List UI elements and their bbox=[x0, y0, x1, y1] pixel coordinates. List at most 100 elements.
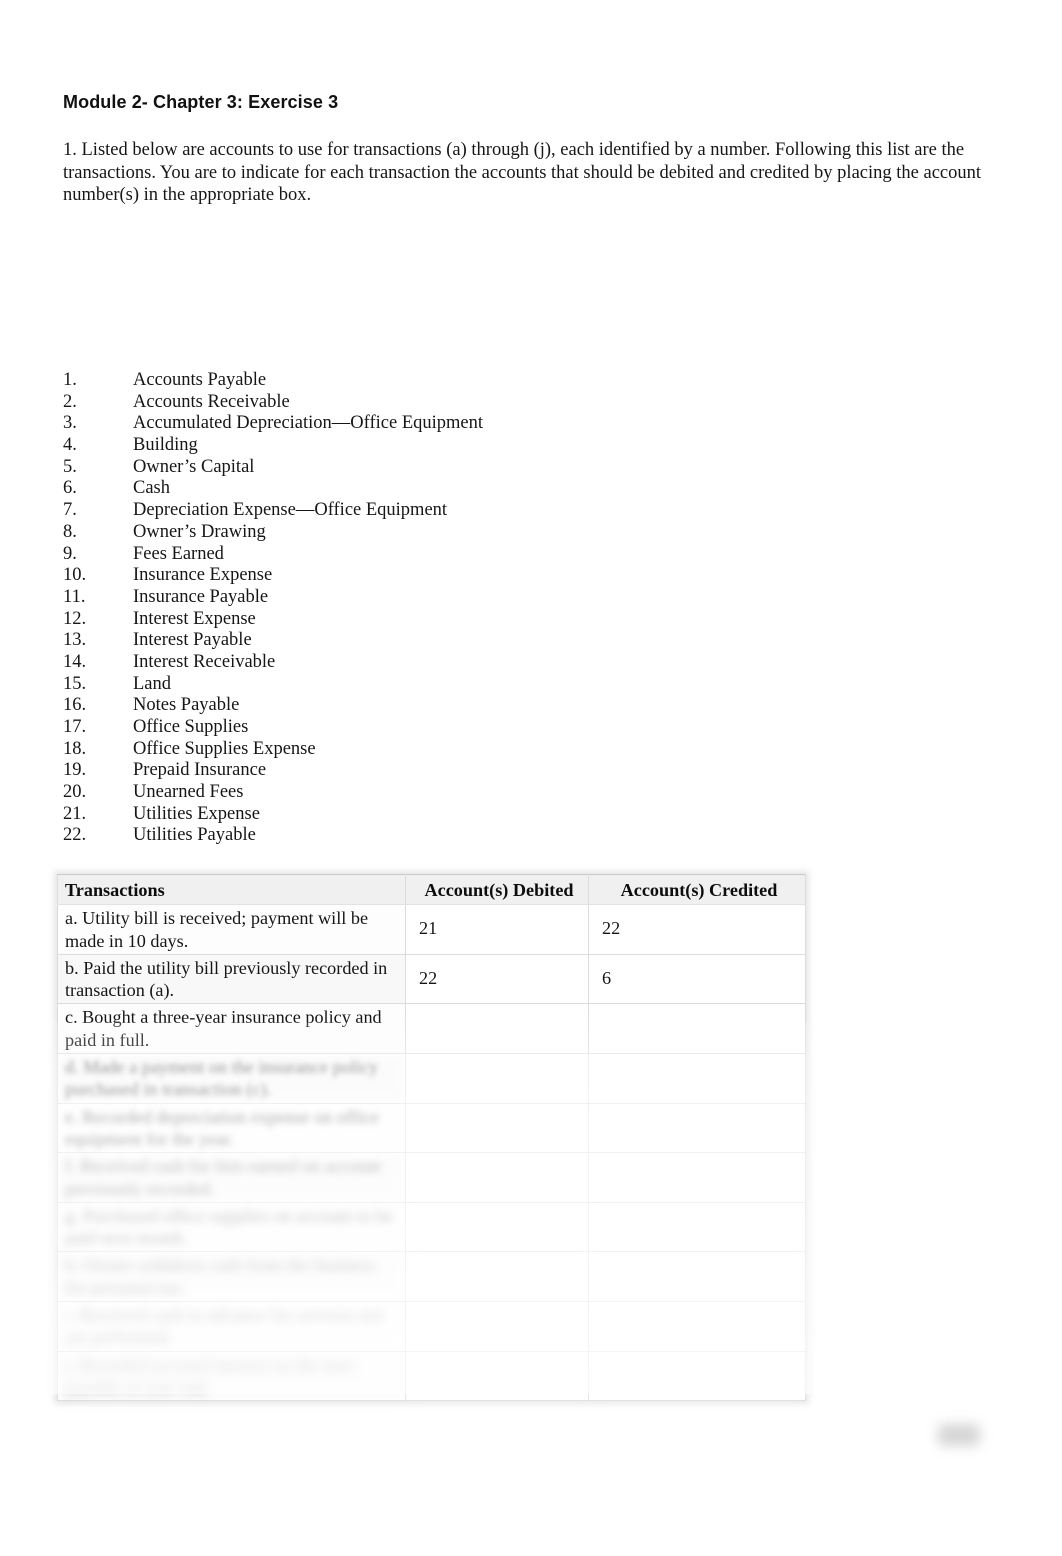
worksheet-table: Transactions Account(s) Debited Account(… bbox=[57, 873, 806, 1402]
account-list-item: 5. Owner’s Capital bbox=[63, 457, 683, 479]
account-label: Owner’s Capital bbox=[133, 456, 255, 477]
account-credited-cell[interactable] bbox=[588, 1301, 806, 1352]
account-list-item: 13. Interest Payable bbox=[63, 630, 683, 652]
account-label: Fees Earned bbox=[133, 543, 224, 564]
account-number: 22. bbox=[63, 825, 87, 846]
account-label: Office Supplies bbox=[133, 717, 249, 737]
account-number: 11. bbox=[63, 586, 86, 607]
page-title: Module 2- Chapter 3: Exercise 3 bbox=[63, 92, 339, 112]
account-label: Interest Expense bbox=[133, 608, 256, 629]
account-label: Owner’s Drawing bbox=[133, 521, 266, 542]
account-list-item: 7. Depreciation Expense—Office Equipment bbox=[63, 500, 683, 522]
account-list-item: 4. Building bbox=[63, 435, 683, 457]
account-number: 1. bbox=[63, 370, 77, 390]
transaction-description: e. Recorded depreciation expense on offi… bbox=[57, 1102, 406, 1154]
account-label: Building bbox=[133, 435, 198, 456]
account-label: Utilities Payable bbox=[133, 825, 256, 846]
transaction-description: g. Purchased office supplies on account … bbox=[57, 1201, 406, 1253]
account-number: 2. bbox=[63, 391, 77, 412]
table-row: c. Bought a three-year insurance policy … bbox=[57, 1003, 806, 1055]
account-debited-cell[interactable] bbox=[405, 1053, 589, 1104]
intro-paragraph: 1. Listed below are accounts to use for … bbox=[63, 140, 982, 206]
account-list-item: 8. Owner’s Drawing bbox=[63, 522, 683, 544]
account-list-item: 22. Utilities Payable bbox=[63, 825, 683, 847]
worksheet-table-body: a. Utility bill is received; payment wil… bbox=[57, 904, 806, 1402]
accounts-list: 1. Accounts Payable 2. Accounts Receivable 3… bbox=[63, 370, 683, 847]
transaction-description: c. Bought a three-year insurance policy … bbox=[57, 1003, 406, 1055]
table-row: h. Owner withdrew cash from the business… bbox=[57, 1251, 806, 1303]
account-label: Utilities Expense bbox=[133, 803, 260, 824]
account-label: Depreciation Expense—Office Equipment bbox=[133, 500, 448, 521]
account-number: 10. bbox=[63, 565, 87, 586]
account-credited-cell[interactable] bbox=[588, 1102, 806, 1154]
account-debited-cell[interactable] bbox=[405, 1301, 589, 1352]
account-credited-cell[interactable] bbox=[588, 1003, 806, 1055]
account-list-item: 20. Unearned Fees bbox=[63, 782, 683, 804]
account-debited-cell[interactable] bbox=[405, 1003, 589, 1055]
page-number-mark bbox=[938, 1424, 980, 1446]
account-number: 14. bbox=[63, 651, 87, 672]
table-row: g. Purchased office supplies on account … bbox=[57, 1201, 806, 1253]
account-list-item: 17. Office Supplies bbox=[63, 717, 683, 739]
account-number: 5. bbox=[63, 456, 77, 477]
account-credited-cell[interactable]: 6 bbox=[588, 953, 806, 1005]
transaction-description: d. Made a payment on the insurance polic… bbox=[57, 1053, 406, 1104]
account-list-item: 16. Notes Payable bbox=[63, 695, 683, 717]
account-number: 9. bbox=[63, 543, 77, 564]
account-credited-cell[interactable] bbox=[588, 1251, 806, 1303]
account-list-item: 6. Cash bbox=[63, 478, 683, 500]
transaction-description: b. Paid the utility bill previously reco… bbox=[57, 953, 406, 1005]
account-label: Cash bbox=[133, 478, 170, 499]
account-credited-cell[interactable] bbox=[588, 1053, 806, 1104]
document-page: Module 2- Chapter 3: Exercise 3 1. Liste… bbox=[0, 0, 1062, 1556]
column-header-transactions: Transactions bbox=[57, 873, 406, 906]
account-credited-cell[interactable]: 22 bbox=[588, 904, 806, 955]
worksheet-table-wrap: Transactions Account(s) Debited Account(… bbox=[51, 873, 811, 1402]
transaction-description: a. Utility bill is received; payment wil… bbox=[57, 904, 406, 955]
account-label: Office Supplies Expense bbox=[133, 738, 316, 759]
account-list-item: 12. Interest Expense bbox=[63, 609, 683, 631]
transaction-description: j. Recorded accrued interest on the note… bbox=[57, 1350, 406, 1402]
account-number: 21. bbox=[63, 803, 87, 824]
account-list-item: 3. Accumulated Depreciation—Office Equipm… bbox=[63, 413, 683, 435]
account-number: 6. bbox=[63, 478, 77, 499]
account-number: 8. bbox=[63, 521, 77, 542]
account-debited-cell[interactable] bbox=[405, 1350, 589, 1402]
account-list-item: 1. Accounts Payable bbox=[63, 370, 683, 392]
account-list-item: 18. Office Supplies Expense bbox=[63, 739, 683, 761]
account-label: Accounts Payable bbox=[133, 370, 267, 390]
account-label: Unearned Fees bbox=[133, 782, 244, 803]
account-credited-cell[interactable] bbox=[588, 1152, 806, 1203]
account-credited-cell[interactable] bbox=[588, 1350, 806, 1402]
account-label: Interest Receivable bbox=[133, 651, 276, 672]
account-credited-cell[interactable] bbox=[588, 1201, 806, 1253]
account-label: Insurance Payable bbox=[133, 586, 269, 607]
account-label: Prepaid Insurance bbox=[133, 760, 267, 781]
column-header-credited: Account(s) Credited bbox=[588, 873, 806, 906]
account-debited-cell[interactable]: 21 bbox=[405, 904, 589, 955]
table-row: i. Received cash in advance for services… bbox=[57, 1301, 806, 1352]
table-row: b. Paid the utility bill previously reco… bbox=[57, 953, 806, 1005]
account-debited-cell[interactable] bbox=[405, 1201, 589, 1253]
account-debited-cell[interactable] bbox=[405, 1251, 589, 1303]
account-list-item: 14. Interest Receivable bbox=[63, 652, 683, 674]
account-label: Interest Payable bbox=[133, 630, 252, 651]
account-debited-cell[interactable] bbox=[405, 1152, 589, 1203]
account-list-item: 11. Insurance Payable bbox=[63, 587, 683, 609]
account-number: 13. bbox=[63, 630, 87, 651]
account-list-item: 10. Insurance Expense bbox=[63, 565, 683, 587]
account-number: 18. bbox=[63, 738, 87, 759]
account-number: 16. bbox=[63, 695, 87, 716]
account-number: 15. bbox=[63, 673, 87, 694]
account-debited-cell[interactable]: 22 bbox=[405, 953, 589, 1005]
table-header-row: Transactions Account(s) Debited Account(… bbox=[57, 873, 806, 906]
account-debited-cell[interactable] bbox=[405, 1102, 589, 1154]
account-label: Land bbox=[133, 673, 172, 694]
transaction-description: i. Received cash in advance for services… bbox=[57, 1301, 406, 1352]
account-number: 12. bbox=[63, 608, 87, 629]
account-list-item: 21. Utilities Expense bbox=[63, 804, 683, 826]
account-label: Notes Payable bbox=[133, 695, 240, 716]
account-number: 20. bbox=[63, 782, 87, 803]
account-number: 17. bbox=[63, 717, 87, 737]
account-label: Accumulated Depreciation—Office Equipmen… bbox=[133, 413, 484, 434]
